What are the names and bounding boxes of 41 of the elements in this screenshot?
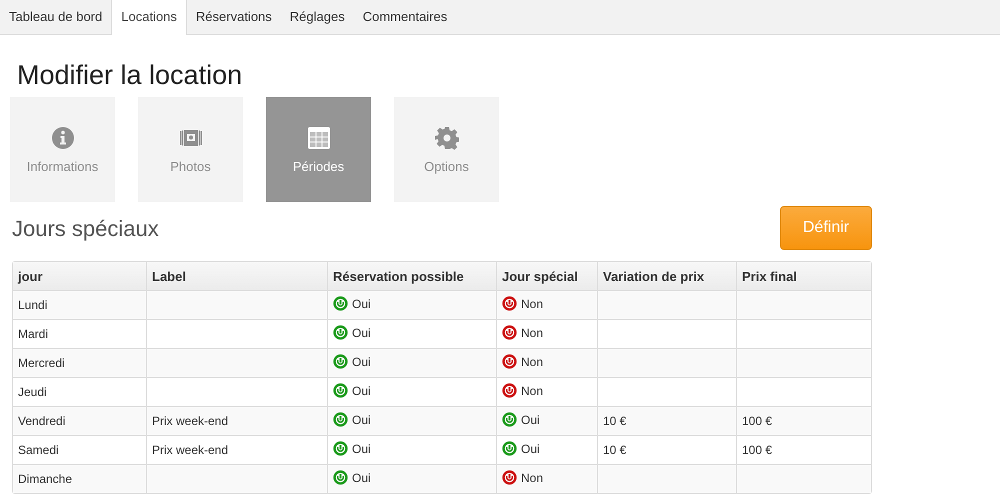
table-cell: Lundi [13,290,146,319]
table-cell: Mercredi [13,348,146,377]
nav-tab[interactable]: Tableau de bord [0,0,112,34]
status-text: Non [521,470,544,484]
tile-label: Photos [170,158,211,174]
status-text: Non [521,354,544,368]
status-text: Oui [352,354,371,368]
nav-tab[interactable]: Commentaires [354,0,456,34]
gear-icon [434,126,458,150]
status-text: Non [521,326,544,340]
status-text: Oui [521,412,540,426]
status-text: Oui [352,326,371,340]
tile-label: Informations [26,158,98,174]
status-text: Oui [521,442,540,456]
table-cell: 100 € [736,406,871,435]
table-cell: Prix week-end [146,406,327,435]
column-header: Prix final [736,262,871,290]
column-header: Réservation possible [327,262,496,290]
status-text: Oui [352,442,371,456]
column-header: Label [146,262,327,290]
tile-label: Options [424,158,469,174]
page-title: Modifier la location [17,60,244,91]
tile-label: Périodes [292,158,344,174]
status-text: Non [521,384,544,398]
status-text: Oui [352,384,371,398]
column-header: Variation de prix [597,262,736,290]
status-text: Oui [352,470,371,484]
column-header: jour [13,262,146,290]
info-icon [50,126,74,150]
table-icon [306,126,330,150]
status-text: Oui [352,296,371,310]
column-header: Jour spécial [496,262,597,290]
section-heading: Jours spéciaux [12,216,159,242]
table-cell: 10 € [597,406,736,435]
nav-tab[interactable]: Locations [111,0,187,35]
status-text: Non [521,296,544,310]
table-cell: Vendredi [13,406,146,435]
nav-tab[interactable]: Réglages [280,0,354,34]
nav-tab[interactable]: Réservations [186,0,281,34]
status-text: Oui [352,412,371,426]
table-cell: Dimanche [13,464,146,493]
